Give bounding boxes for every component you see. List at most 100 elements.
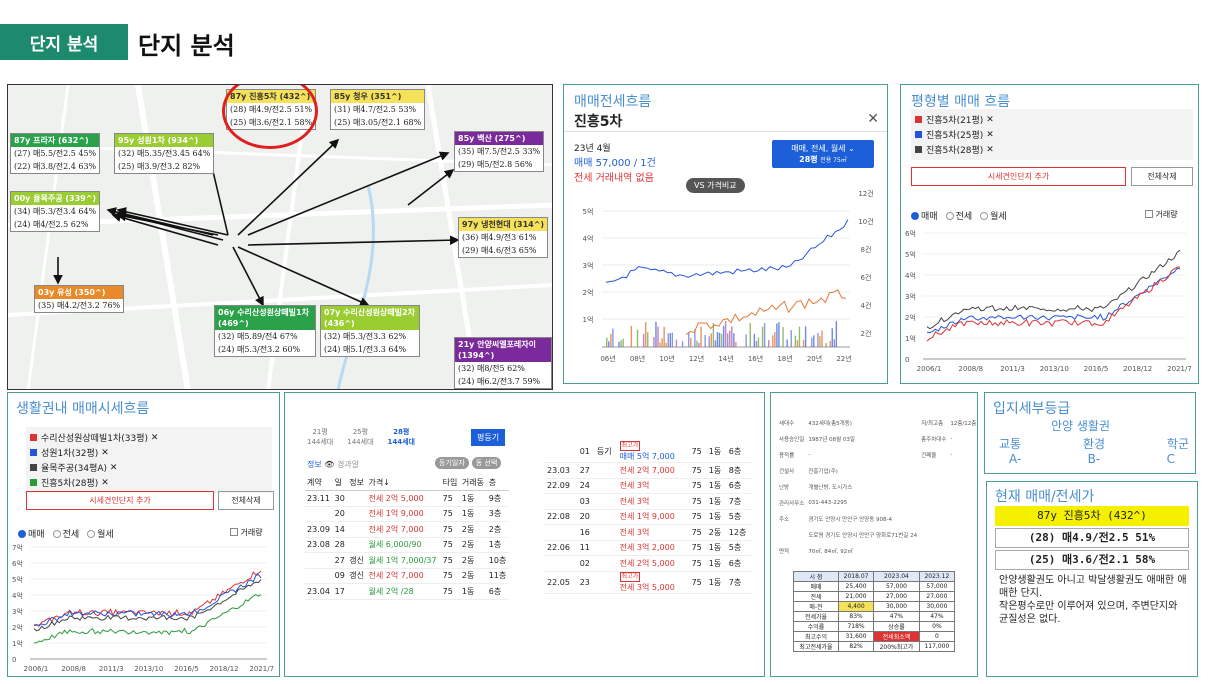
map-label[interactable]: 85y 청우 (351^) (31) 매4.7/전2.5 53% (25) 매3… [330, 89, 426, 130]
table-row[interactable]: 02 전세 2억 5,000 75 1동 6층 [545, 556, 753, 572]
tab-25[interactable]: 25평 144세대 [347, 427, 373, 447]
info-row: 주소 경기도 안양시 만안구 안양동 908-4 [779, 511, 977, 527]
radio-sale[interactable]: 매매 [18, 527, 45, 540]
radio-sale[interactable]: 매매 [911, 209, 938, 222]
complex-map[interactable]: 87y 진흥5차 (432^) (28) 매4.9/전2.5 51% (25) … [7, 84, 553, 390]
label-row: (24) 매5.3/전3.2 60% [218, 345, 301, 354]
area-chart[interactable]: 7억 6억 5억 4억 3억 2억 1억 0 2006/1 2008/8 2011/3 2013/10… [8, 541, 280, 677]
map-label[interactable]: 06y 수리산성원상떼빌1차 (469^) (32) 매5.89/전4 67% … [214, 305, 316, 357]
y-tick-left: 5억 [583, 208, 594, 216]
map-label[interactable]: 87y 프라자 (632^) (27) 매5.5/전2.5 45% (22) 매… [10, 133, 101, 174]
series-item[interactable]: 진흥5차(21평) ✕ [915, 113, 1189, 126]
volume-bar [608, 341, 610, 347]
chip-date[interactable]: 등기일자 [435, 457, 469, 469]
series-item[interactable]: 진흥5차(28평) ✕ [30, 476, 268, 489]
info-link[interactable]: 정보 [307, 460, 322, 469]
table-cell: 75 [691, 577, 702, 587]
add-complex-button[interactable]: 시세견인단지 추가 [26, 491, 214, 510]
volume-bar [700, 326, 702, 347]
volume-bar [636, 329, 639, 347]
close-icon[interactable]: ✕ [986, 130, 994, 140]
y-tick-left: 4억 [583, 235, 594, 243]
table-cell [545, 494, 578, 510]
volume-checkbox[interactable]: 거래량 [230, 527, 263, 538]
clear-all-button[interactable]: 전체삭제 [1131, 167, 1193, 186]
series-item[interactable]: 진흥5차(28평) ✕ [915, 143, 1189, 156]
y-tick: 7억 [12, 544, 23, 552]
table-cell: 22.08 [547, 512, 570, 522]
table-row[interactable]: 20 전세 1억 9,000 75 1동 3층 [305, 506, 509, 522]
close-icon[interactable]: ✕ [986, 145, 994, 155]
series-item[interactable]: 성원1차(32평) ✕ [30, 446, 268, 459]
tab-28[interactable]: 28평 144세대 [388, 427, 416, 447]
flow-chart[interactable]: 5억 4억 3억 2억 1억 12건 10건 8건 6건 4건 2건 06년 08년 10년 12년 14년 1… [564, 189, 888, 379]
close-icon[interactable]: ✕ [867, 111, 879, 127]
flow-month: 23년 4월 [574, 144, 611, 154]
table-row[interactable]: 27 갱신 월세 1억 7,000/37 75 2동 10층 [305, 553, 509, 568]
tab-21[interactable]: 21평 144세대 [307, 427, 333, 447]
max-price-badge: 최고가 [619, 441, 641, 451]
x-tick: 2018/12 [210, 665, 239, 673]
table-row[interactable]: 09 갱신 전세 2억 7,000 75 2동 11층 [305, 568, 509, 584]
map-label[interactable]: 85y 백산 (275^) (35) 매7.5/전2.5 33% (29) 매5… [454, 131, 545, 172]
filter-dropdown[interactable]: 매매, 전세, 월세 ⌄ 28평 전용 75㎡ [772, 140, 874, 168]
close-icon[interactable]: ✕ [151, 433, 159, 443]
map-label[interactable]: 97y 냉천현대 (314^) (36) 매4.9/전3 61% (29) 매4… [458, 217, 549, 258]
close-icon[interactable]: ✕ [101, 448, 109, 458]
radio-wolse[interactable]: 월세 [980, 209, 1007, 222]
close-icon[interactable]: ✕ [110, 463, 118, 473]
table-row[interactable]: 22.05 23 최고가 전세 3억 5,000 75 1동 7층 [545, 571, 753, 593]
table-row[interactable]: 16 전세 3억 75 2동 12층 [545, 525, 753, 540]
label-row: (32) 매5.89/전4 67% [218, 332, 298, 341]
table-row[interactable]: 23.08 28 월세 6,000/90 75 2동 1층 [305, 537, 509, 553]
size-sub: 전용 75㎡ [820, 157, 847, 164]
info-cell: 면적 [779, 549, 790, 555]
clear-all-button[interactable]: 전체삭제 [218, 491, 274, 510]
table-cell: 75 [442, 493, 453, 503]
pyeong-chart[interactable]: 6억 5억 4억 3억 2억 1억 0 2006/1 2008/8 2011/3 2013/10 20… [901, 227, 1199, 377]
map-label[interactable]: 07y 수리산성원상떼빌2차 (436^) (32) 매5.3/전3.3 62%… [320, 305, 420, 357]
volume-checkbox[interactable]: 거래량 [1145, 209, 1178, 220]
map-label[interactable]: 21y 안양씨엘포레자이 (1394^) (32) 매8/전5 62% (24)… [454, 337, 552, 389]
map-label[interactable]: 95y 성원1차 (934^) (32) 매5.35/전3.45 64% (25… [114, 133, 215, 174]
table-row[interactable]: 22.09 24 전세 3억 75 1동 6층 [545, 478, 753, 494]
series-item[interactable]: 진흥5차(25평) ✕ [915, 128, 1189, 141]
radio-jeonse[interactable]: 전세 [52, 527, 79, 540]
volume-bar [729, 330, 731, 347]
table-row[interactable]: 03 전세 3억 75 1동 7층 [545, 494, 753, 510]
yield-table: 시 점 2018.07 2023.04 2023.12 매매 25,400 57,000 5… [793, 571, 956, 652]
label-row: (24) 매5.1/전3.3 64% [324, 345, 407, 354]
radio-dot [945, 212, 954, 220]
series-item[interactable]: 수리산성원상떼빌1차(33평) ✕ [30, 431, 268, 444]
table-cell: 7층 [728, 577, 742, 587]
add-complex-button[interactable]: 시세견인단지 추가 [911, 167, 1126, 186]
radio-wolse[interactable]: 월세 [87, 527, 114, 540]
radio-jeonse[interactable]: 전세 [945, 209, 972, 222]
table-row[interactable]: 23.11 30 전세 2억 5,000 75 1동 9층 [305, 491, 509, 506]
map-label[interactable]: 00y 율목주공 (339^) (34) 매5.3/전3.4 64% (24) … [10, 191, 101, 232]
auction-link[interactable]: 경과알 [337, 460, 359, 469]
close-icon[interactable]: ✕ [101, 478, 109, 488]
series-item[interactable]: 율목주공(34평A) ✕ [30, 461, 268, 474]
volume-bar [667, 333, 669, 347]
table-row[interactable]: 22.06 11 전세 3억 2,000 75 1동 5층 [545, 540, 753, 556]
info-cell: 1987년 08월 03일 [808, 437, 855, 443]
table-row[interactable]: 23.09 14 전세 2억 7,000 75 2동 2층 [305, 522, 509, 537]
chip-dong[interactable]: 동 선택 [471, 457, 502, 469]
table-row[interactable]: 22.08 20 전세 1억 9,000 75 1동 5층 [545, 509, 753, 525]
volume-bar [776, 323, 778, 347]
y-tick: 0 [12, 656, 16, 664]
registry-button[interactable]: 평등기 [471, 429, 506, 446]
radio-dot [52, 530, 61, 538]
table-row[interactable]: 01 등기 최고가 매매 5억 7,000 75 1동 6층 [545, 441, 753, 463]
close-icon[interactable]: ✕ [986, 115, 994, 125]
table-cell: 10층 [488, 555, 507, 565]
table-cell: 1동 [708, 465, 722, 475]
table-row[interactable]: 23.03 27 전세 2억 7,000 75 1동 8층 [545, 463, 753, 478]
table-cell: 75 [442, 555, 453, 565]
table-row[interactable]: 23.04 17 월세 2억 /28 75 1동 6층 [305, 584, 509, 599]
price-cell: 전세 2억 5,000 [618, 556, 690, 572]
table-cell [595, 509, 618, 525]
radio-label: 매매 [921, 212, 938, 222]
map-label[interactable]: 03y 유성 (350^) (35) 매4.2/전3.2 76% [34, 285, 125, 313]
